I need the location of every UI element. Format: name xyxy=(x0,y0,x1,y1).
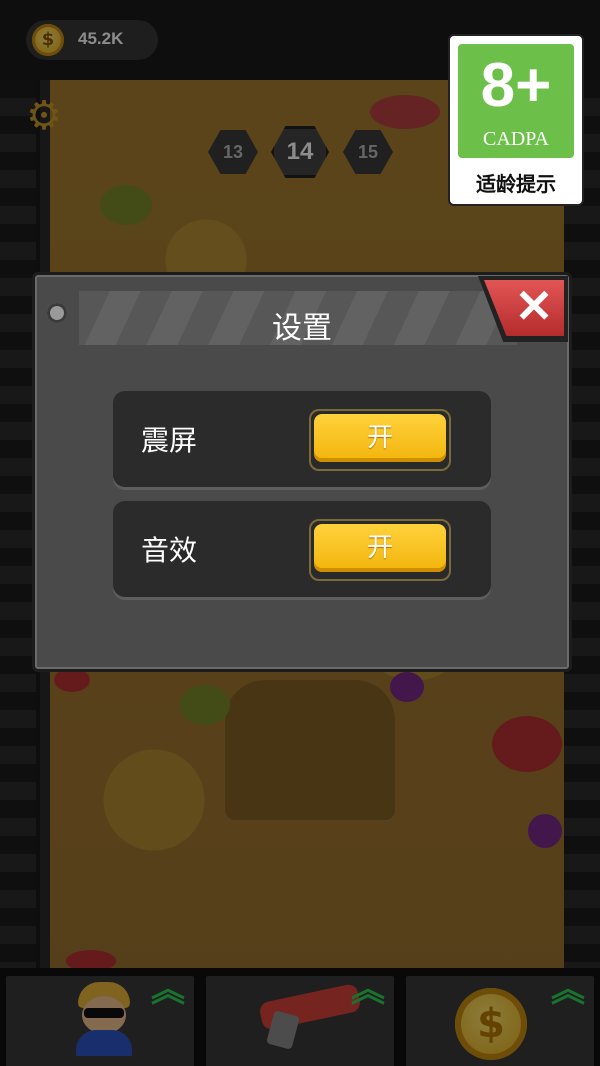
close-icon: ✕ xyxy=(514,280,554,332)
age-rating-panel: 8+ CADPA xyxy=(458,44,574,158)
setting-row-shake: 震屏 开 xyxy=(113,391,491,487)
setting-row-sound: 音效 开 xyxy=(113,501,491,597)
shake-toggle-label: 开 xyxy=(314,414,446,462)
age-rating-age: 8+ xyxy=(480,51,552,120)
setting-label-shake: 震屏 xyxy=(141,424,198,457)
age-rating-tip: 适龄提示 xyxy=(476,172,556,196)
close-button[interactable]: ✕ xyxy=(478,276,568,342)
shake-toggle[interactable]: 开 xyxy=(309,409,451,471)
setting-label-sound: 音效 xyxy=(141,534,198,567)
age-rating-badge: 8+ CADPA 适龄提示 xyxy=(448,34,584,206)
sound-toggle[interactable]: 开 xyxy=(309,519,451,581)
age-rating-org: CADPA xyxy=(483,128,549,150)
sound-toggle-label: 开 xyxy=(314,524,446,572)
